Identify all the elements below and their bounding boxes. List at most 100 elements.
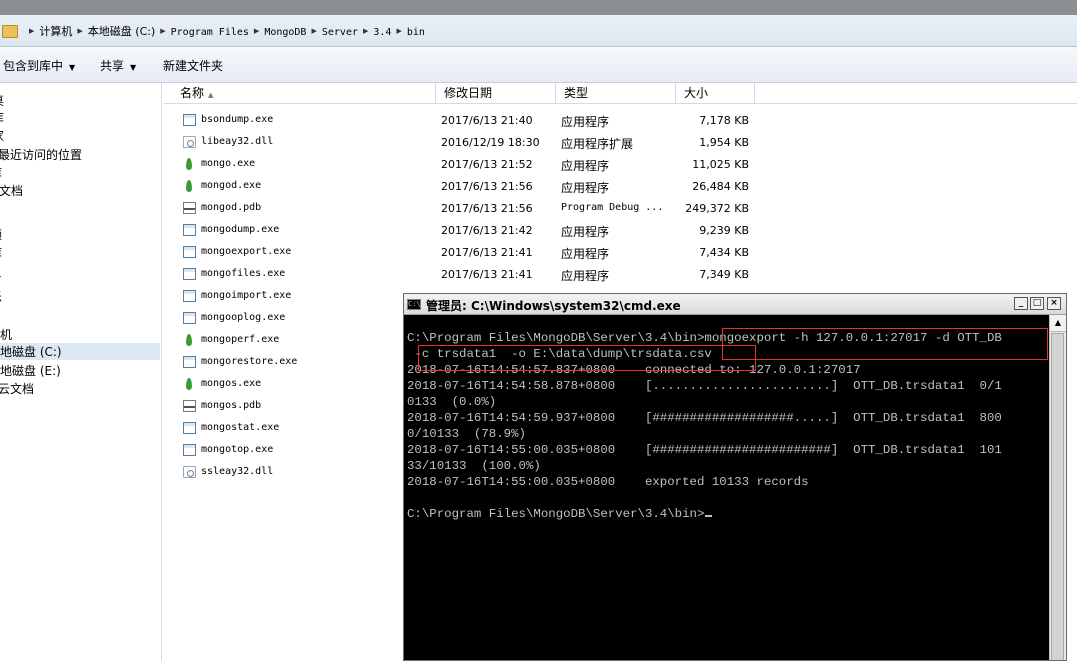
console-line-text: 2018-07-16T14:55:00.035+0800 exported 10… — [407, 475, 809, 489]
file-size: 7,434 KB — [699, 246, 749, 259]
file-name: mongorestore.exe — [201, 356, 298, 367]
nav-item-local-disk-c[interactable]: 本地磁盘 (C:) — [0, 343, 160, 360]
file-name: mongodump.exe — [201, 224, 280, 235]
maximize-button[interactable]: □ — [1030, 297, 1044, 310]
file-size: 7,349 KB — [699, 268, 749, 281]
file-date: 2016/12/19 18:30 — [441, 136, 540, 149]
file-type: 应用程序 — [561, 247, 610, 261]
new-folder-button[interactable]: 新建文件夹 — [163, 57, 223, 74]
mongodb-leaf-icon — [186, 180, 192, 192]
file-date: 2017/6/13 21:40 — [441, 114, 533, 127]
cmd-window-title: 管理员: C:\Windows\system32\cmd.exe — [426, 299, 681, 313]
file-name: mongostat.exe — [201, 422, 280, 433]
nav-item-documents[interactable]: 文档 — [0, 182, 23, 199]
file-name: mongod.exe — [201, 180, 262, 191]
console-line: 33/10133 (100.0%) — [407, 458, 1047, 474]
file-row[interactable]: bsondump.exe 2017/6/13 21:40 应用程序 7,178 KB — [180, 110, 760, 132]
close-button[interactable]: × — [1047, 297, 1061, 310]
breadcrumb-3-4[interactable]: 3.4 — [373, 25, 391, 38]
console-line-text: 2018-07-16T14:55:00.035+0800 [##########… — [407, 443, 1002, 457]
chevron-right-icon[interactable]: ▶ — [396, 27, 401, 35]
nav-item-computer[interactable]: 算机 — [0, 326, 12, 343]
console-line: 2018-07-16T14:54:58.878+0800 [..........… — [407, 378, 1047, 394]
exe-icon — [183, 114, 196, 126]
dropdown-arrow-icon: ▼ — [69, 63, 76, 72]
file-row[interactable]: mongodump.exe 2017/6/13 21:42 应用程序 9,239 KB — [180, 220, 760, 242]
console-line: 0/10133 (78.9%) — [407, 426, 1047, 442]
command-toolbar: 包含到库中 ▼ 共享 ▼ 新建文件夹 — [0, 47, 1077, 83]
file-size: 26,484 KB — [692, 180, 749, 193]
breadcrumb-program-files[interactable]: Program Files — [171, 25, 249, 38]
nav-item-home[interactable]: 家 — [0, 127, 4, 144]
column-header-type[interactable]: 类型 — [556, 83, 676, 103]
file-row[interactable]: mongo.exe 2017/6/13 21:52 应用程序 11,025 KB — [180, 154, 760, 176]
dropdown-arrow-icon: ▼ — [130, 63, 137, 72]
chevron-right-icon[interactable]: ▶ — [311, 27, 316, 35]
file-type: 应用程序 — [561, 225, 610, 239]
console-line-text: 2018-07-16T14:54:58.878+0800 [..........… — [407, 379, 1002, 393]
breadcrumb: ▶ 计算机 ▶ 本地磁盘 (C:) ▶ Program Files ▶ Mong… — [2, 23, 425, 39]
navigation-pane[interactable]: 桌 库 家 最近访问的位置 库 文档 频 库 片 乐 算机 本地磁盘 (C:) … — [0, 83, 162, 661]
new-folder-label: 新建文件夹 — [163, 59, 224, 73]
nav-item-music[interactable]: 乐 — [0, 288, 2, 305]
breadcrumb-bin[interactable]: bin — [407, 25, 425, 38]
breadcrumb-server[interactable]: Server — [322, 25, 358, 38]
chevron-right-icon[interactable]: ▶ — [29, 27, 34, 35]
cmd-scrollbar[interactable]: ▲ — [1049, 315, 1066, 660]
file-list-header: 名称 ▲ 修改日期 类型 大小 — [164, 83, 1077, 104]
file-size: 7,178 KB — [699, 114, 749, 127]
breadcrumb-mongodb-label: MongoDB — [264, 26, 307, 38]
dll-icon — [183, 466, 196, 478]
nav-item-downloads[interactable]: 库 — [0, 109, 4, 126]
share-button[interactable]: 共享 ▼ — [100, 57, 136, 74]
file-size: 1,954 KB — [699, 136, 749, 149]
file-row[interactable]: mongoexport.exe 2017/6/13 21:41 应用程序 7,434 … — [180, 242, 760, 264]
nav-item-recent-places[interactable]: 最近访问的位置 — [0, 146, 82, 163]
breadcrumb-local-disk-c-label: 本地磁盘 (C:) — [87, 25, 156, 38]
file-type: 应用程序 — [561, 159, 610, 173]
file-name: mongoperf.exe — [201, 334, 280, 345]
cmd-console-output[interactable]: C:\Program Files\MongoDB\Server\3.4\bin>… — [407, 330, 1047, 522]
cmd-title-bar[interactable]: C:\ 管理员: C:\Windows\system32\cmd.exe _ □… — [404, 294, 1066, 315]
exe-icon — [183, 312, 196, 324]
file-name: mongos.pdb — [201, 400, 262, 411]
column-header-name[interactable]: 名称 ▲ — [164, 83, 436, 103]
chevron-right-icon[interactable]: ▶ — [160, 27, 165, 35]
console-line-text: 0/10133 (78.9%) — [407, 427, 526, 441]
nav-item-library[interactable]: 库 — [0, 244, 2, 261]
minimize-button[interactable]: _ — [1014, 297, 1028, 310]
exe-icon — [183, 290, 196, 302]
nav-item-local-disk-e[interactable]: 本地磁盘 (E:) — [0, 362, 61, 379]
breadcrumb-local-disk-c[interactable]: 本地磁盘 (C:) — [88, 23, 155, 39]
file-row[interactable]: mongod.pdb 2017/6/13 21:56 Program Debug .… — [180, 198, 760, 220]
nav-item-videos[interactable]: 频 — [0, 226, 2, 243]
nav-item-cloud-docs[interactable]: 云文档 — [0, 380, 34, 397]
console-line: C:\Program Files\MongoDB\Server\3.4\bin>… — [407, 330, 1047, 346]
file-row[interactable]: mongod.exe 2017/6/13 21:56 应用程序 26,484 KB — [180, 176, 760, 198]
chevron-right-icon[interactable]: ▶ — [254, 27, 259, 35]
console-line-text: 2018-07-16T14:54:57.837+0800 connected t… — [407, 363, 861, 377]
file-name: mongotop.exe — [201, 444, 274, 455]
nav-item-pictures[interactable]: 片 — [0, 270, 2, 287]
console-line-text: -c trsdata1 -o E:\data\dump\trsdata.csv — [407, 347, 712, 361]
file-row[interactable]: libeay32.dll 2016/12/19 18:30 应用程序扩展 1,954 … — [180, 132, 760, 154]
scrollbar-thumb[interactable] — [1051, 333, 1064, 660]
nav-item-libraries[interactable]: 库 — [0, 164, 2, 181]
file-type: 应用程序 — [561, 181, 610, 195]
cmd-window[interactable]: C:\ 管理员: C:\Windows\system32\cmd.exe _ □… — [403, 293, 1067, 661]
address-bar[interactable]: ▶ 计算机 ▶ 本地磁盘 (C:) ▶ Program Files ▶ Mong… — [0, 15, 1077, 47]
file-row[interactable]: mongofiles.exe 2017/6/13 21:41 应用程序 7,349 K… — [180, 264, 760, 286]
nav-item-desktop[interactable]: 桌 — [0, 92, 4, 109]
breadcrumb-mongodb[interactable]: MongoDB — [264, 25, 306, 38]
folder-icon — [2, 24, 18, 38]
chevron-right-icon[interactable]: ▶ — [77, 27, 82, 35]
include-in-library-button[interactable]: 包含到库中 ▼ — [3, 57, 75, 74]
scroll-up-arrow-icon[interactable]: ▲ — [1050, 315, 1066, 332]
column-header-size[interactable]: 大小 — [676, 83, 755, 103]
breadcrumb-computer[interactable]: 计算机 — [39, 23, 72, 39]
text-cursor — [705, 515, 713, 517]
console-line-text: C:\Program Files\MongoDB\Server\3.4\bin>… — [407, 331, 1002, 345]
chevron-right-icon[interactable]: ▶ — [363, 27, 368, 35]
column-header-date[interactable]: 修改日期 — [436, 83, 556, 103]
